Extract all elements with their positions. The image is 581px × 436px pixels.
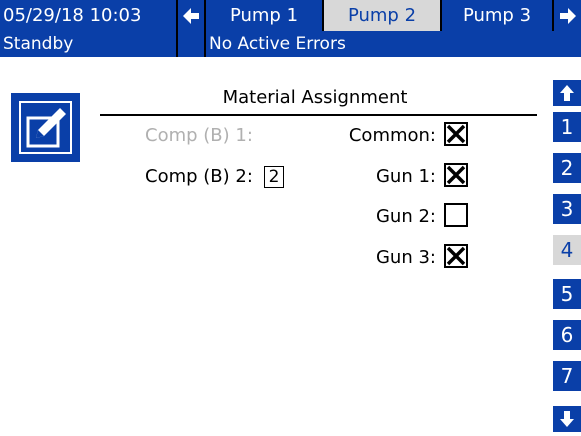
system-mode: Standby — [0, 31, 176, 57]
gun-3-label: Gun 3: — [375, 247, 436, 268]
arrow-down-icon — [560, 411, 574, 427]
error-status: No Active Errors — [206, 31, 581, 57]
page-4-button[interactable]: 4 — [553, 235, 581, 265]
check-x-icon — [446, 165, 466, 185]
gun-3-checkbox[interactable] — [444, 244, 468, 268]
tab-pump-3[interactable]: Pump 3 — [442, 0, 552, 31]
tab-pump-1[interactable]: Pump 1 — [206, 0, 322, 31]
page-2-button[interactable]: 2 — [553, 153, 581, 183]
arrow-up-icon — [560, 85, 574, 101]
page-1-button[interactable]: 1 — [553, 112, 581, 142]
page-7-button[interactable]: 7 — [553, 361, 581, 391]
common-checkbox[interactable] — [444, 122, 468, 146]
page-3-button[interactable]: 3 — [553, 194, 581, 224]
page-down-button[interactable] — [553, 406, 581, 432]
next-screen-button[interactable] — [554, 0, 581, 31]
arrow-left-icon — [183, 7, 199, 24]
arrow-right-icon — [559, 7, 576, 24]
tab-pump-2[interactable]: Pump 2 — [324, 0, 440, 31]
common-label: Common: — [348, 125, 436, 146]
comp-b1-label: Comp (B) 1: — [145, 125, 253, 146]
page-title: Material Assignment — [222, 87, 408, 108]
gun-1-checkbox[interactable] — [444, 163, 468, 187]
status-indicator — [178, 31, 204, 57]
prev-screen-button[interactable] — [178, 0, 204, 31]
title-divider — [100, 114, 537, 116]
comp-b2-value-field[interactable]: 2 — [264, 166, 284, 188]
gun-1-label: Gun 1: — [375, 166, 436, 187]
edit-button[interactable] — [11, 93, 80, 162]
gun-2-label: Gun 2: — [375, 206, 436, 227]
check-x-icon — [446, 246, 466, 266]
edit-icon — [26, 108, 66, 148]
gun-2-checkbox[interactable] — [444, 203, 468, 227]
page-6-button[interactable]: 6 — [553, 320, 581, 350]
page-up-button[interactable] — [553, 80, 581, 106]
check-x-icon — [446, 124, 466, 144]
datetime-display: 05/29/18 10:03 — [0, 0, 176, 31]
page-5-button[interactable]: 5 — [553, 279, 581, 309]
comp-b2-label: Comp (B) 2: — [145, 166, 253, 187]
